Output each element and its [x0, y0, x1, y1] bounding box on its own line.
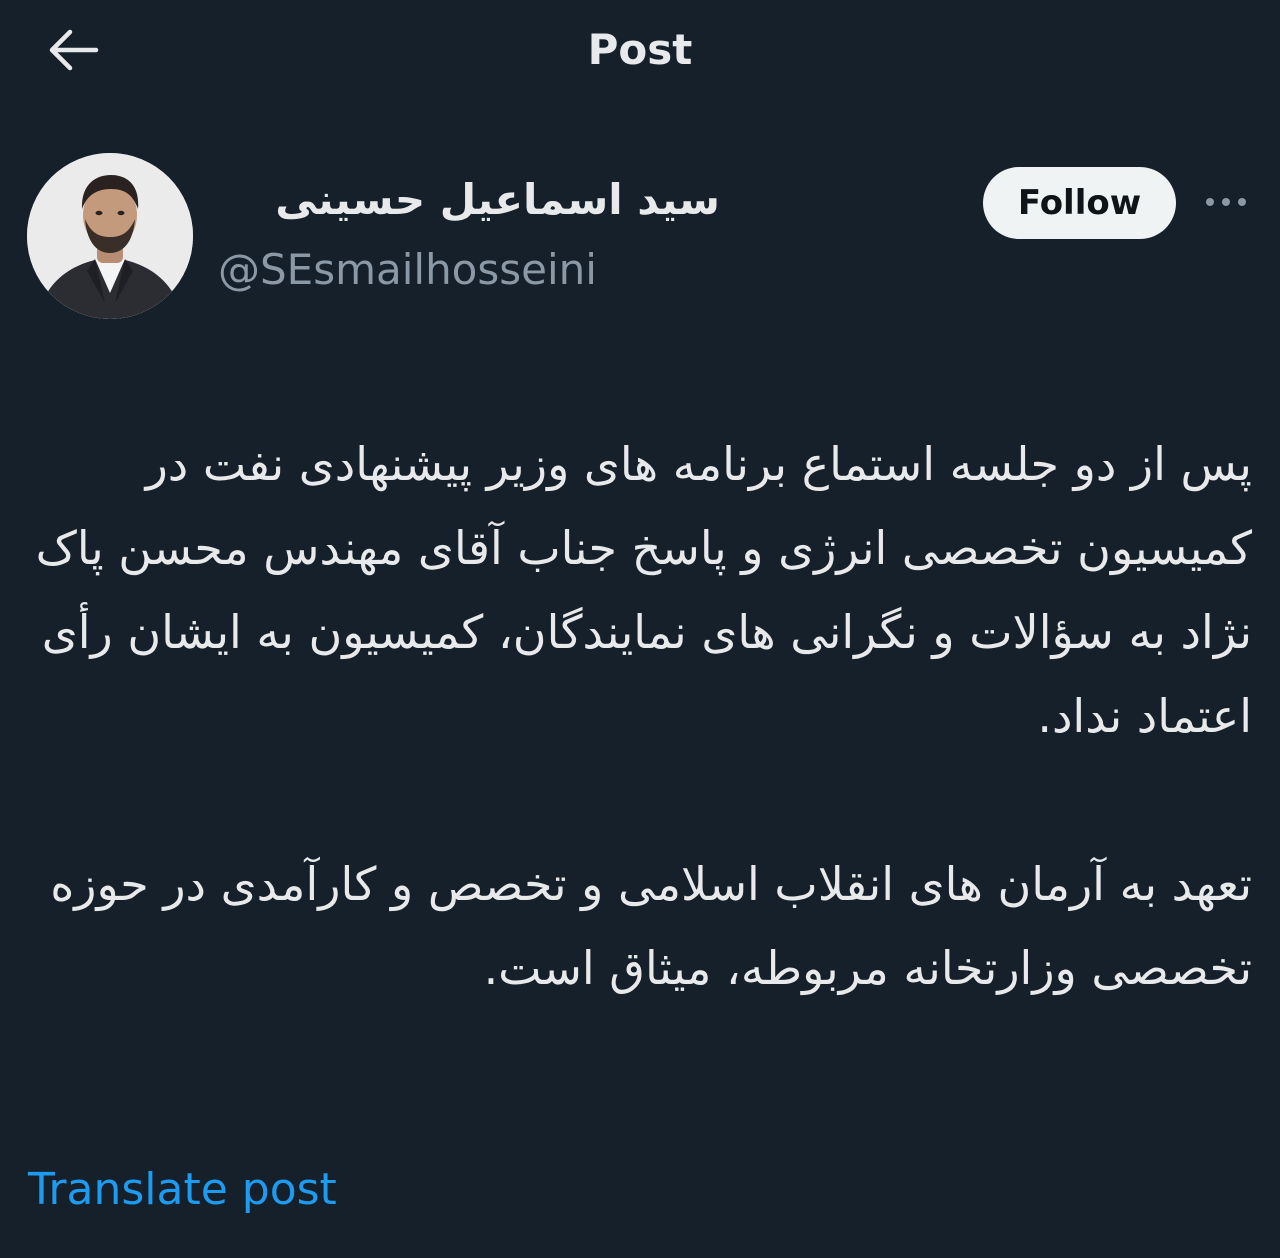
profile-photo	[27, 153, 193, 319]
post-paragraph: پس از دو جلسه استماع برنامه های وزیر پیش…	[35, 437, 1252, 743]
top-bar: Post	[0, 0, 1280, 100]
author-handle[interactable]: @SEsmailhosseini	[218, 240, 597, 300]
translate-post-link[interactable]: Translate post	[28, 1160, 337, 1220]
page-title: Post	[587, 25, 693, 74]
avatar[interactable]	[27, 153, 193, 319]
follow-button[interactable]: Follow	[983, 167, 1176, 239]
post-text: پس از دو جلسه استماع برنامه های وزیر پیش…	[28, 422, 1252, 1010]
more-options-button[interactable]	[1196, 180, 1256, 224]
more-horizontal-icon	[1206, 198, 1246, 206]
author-display-name[interactable]: سید اسماعیل حسینی	[200, 168, 720, 232]
post-paragraph: تعهد به آرمان های انقلاب اسلامی و تخصص و…	[50, 857, 1252, 995]
